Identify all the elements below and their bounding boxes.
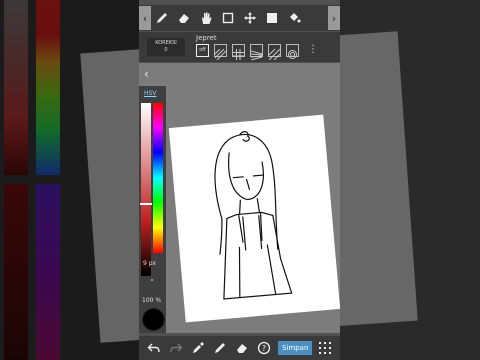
help-icon[interactable]: ? (253, 337, 275, 359)
bucket-icon[interactable] (283, 7, 305, 29)
brush-size-preview (151, 279, 153, 281)
correction-button[interactable]: KOREKSI 0 (147, 38, 185, 56)
snap-circle-button[interactable] (286, 44, 299, 59)
undo-icon[interactable] (143, 337, 165, 359)
fill-color-icon[interactable] (261, 7, 283, 29)
toolbar-scroll-right-button[interactable]: › (328, 6, 340, 30)
eraser-tool-icon[interactable] (231, 337, 253, 359)
brush-icon[interactable] (209, 337, 231, 359)
snap-parallel-button[interactable] (214, 44, 227, 61)
bottom-toolbar: ? Simpan (139, 336, 340, 360)
select-rect-icon[interactable] (217, 7, 239, 29)
toolbar-scroll-left-button[interactable]: ‹ (139, 6, 151, 30)
color-panel: HSV 9 px 100 % (139, 86, 166, 333)
snap-radial-button[interactable] (268, 44, 281, 61)
snap-perspective-button[interactable] (250, 44, 263, 61)
grid-menu-icon[interactable] (314, 337, 336, 359)
hsv-tab[interactable]: HSV (144, 90, 156, 97)
current-color-swatch[interactable] (142, 308, 165, 331)
top-toolbar: ‹ › (139, 5, 340, 31)
eraser-icon[interactable] (173, 7, 195, 29)
snap-label: Jepret (196, 34, 217, 42)
eyedropper-icon[interactable] (187, 337, 209, 359)
blur-strip (36, 184, 60, 360)
back-arrow-icon[interactable]: ‹ (144, 67, 149, 81)
redo-icon[interactable] (165, 337, 187, 359)
sub-toolbar: KOREKSI 0 Jepret off ⋮ (139, 32, 340, 62)
value-slider[interactable] (141, 221, 151, 276)
drawing-paper[interactable] (168, 114, 340, 323)
drawing-app: ‹ › KOREKSI 0 Jepret off ⋮ ‹ HSV 9 px 10… (139, 0, 340, 360)
pen-icon[interactable] (151, 7, 173, 29)
more-options-icon[interactable]: ⋮ (308, 44, 318, 55)
blur-strip (4, 0, 28, 175)
brush-size-label: 9 px (143, 260, 157, 267)
snap-grid-button[interactable] (232, 44, 245, 60)
svg-text:?: ? (262, 344, 266, 353)
hand-icon[interactable] (195, 7, 217, 29)
sketch-drawing (214, 131, 293, 300)
blur-strip (36, 0, 60, 175)
move-icon[interactable] (239, 7, 261, 29)
correction-value: 0 (164, 47, 168, 53)
save-button[interactable]: Simpan (278, 341, 313, 355)
opacity-label: 100 % (142, 297, 162, 304)
hue-slider[interactable] (153, 103, 163, 253)
snap-off-button[interactable]: off (196, 44, 209, 57)
canvas-area[interactable]: ‹ HSV 9 px 100 % (139, 63, 340, 333)
correction-label: KOREKSI (155, 40, 177, 46)
saturation-handle[interactable] (140, 203, 152, 205)
blur-strip (4, 184, 28, 360)
